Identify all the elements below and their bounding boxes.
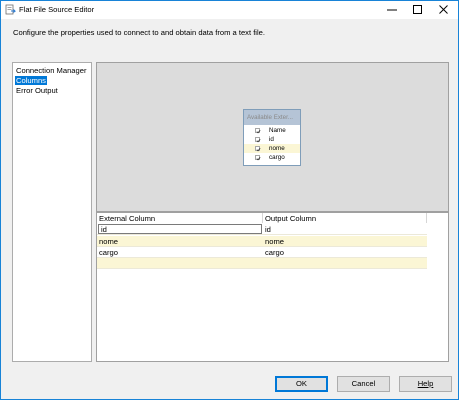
output-column-cell[interactable]: id (263, 224, 427, 234)
instruction-text: Configure the properties used to connect… (13, 28, 266, 37)
table-row[interactable]: id id (97, 224, 427, 235)
cancel-button[interactable]: Cancel (337, 376, 390, 392)
select-all-checkbox[interactable] (255, 128, 261, 133)
external-column-cell[interactable]: cargo (97, 247, 263, 257)
nav-item-error-output[interactable]: Error Output (15, 86, 59, 95)
nav-item-columns[interactable]: Columns (15, 76, 47, 85)
table-row-new[interactable] (97, 258, 427, 269)
column-mapping-grid: External Column Output Column id id nome… (96, 212, 449, 362)
external-column-header[interactable]: External Column (97, 213, 263, 223)
ok-button[interactable]: OK (275, 376, 328, 392)
flat-file-source-icon (5, 4, 17, 15)
title-bar[interactable]: Flat File Source Editor (1, 1, 458, 19)
output-column-cell[interactable] (263, 258, 427, 268)
available-column-row[interactable]: nome (244, 144, 300, 153)
help-button[interactable]: Help (399, 376, 452, 392)
minimize-icon (387, 9, 397, 11)
page-navigation-list: Connection Manager Columns Error Output (12, 62, 92, 362)
table-row[interactable]: nome nome (97, 236, 427, 247)
external-column-cell[interactable] (97, 258, 263, 268)
columns-preview-pane: Available Exter... Name id nome cargo (96, 62, 449, 212)
window-title: Flat File Source Editor (19, 5, 95, 14)
maximize-button[interactable] (405, 1, 431, 19)
output-column-header[interactable]: Output Column (263, 213, 427, 223)
external-column-input[interactable]: id (98, 224, 262, 234)
external-column-cell[interactable]: nome (97, 236, 263, 246)
column-checkbox[interactable] (255, 146, 261, 151)
output-column-cell[interactable]: cargo (263, 247, 427, 257)
flat-file-source-editor-window: Flat File Source Editor Configure the pr… (0, 0, 459, 400)
available-column-label: nome (269, 145, 285, 152)
close-icon (439, 5, 448, 14)
output-column-cell[interactable]: nome (263, 236, 427, 246)
available-columns-title: Available Exter... (244, 110, 300, 125)
available-column-row[interactable]: cargo (244, 153, 300, 162)
table-row[interactable]: cargo cargo (97, 247, 427, 258)
minimize-button[interactable] (379, 1, 405, 19)
name-header-label: Name (269, 127, 286, 134)
available-column-row[interactable]: id (244, 135, 300, 144)
available-external-columns-box: Available Exter... Name id nome cargo (243, 109, 301, 166)
maximize-icon (413, 5, 422, 14)
close-button[interactable] (431, 1, 457, 19)
help-button-label: Help (417, 379, 434, 388)
available-column-label: id (269, 136, 274, 143)
column-checkbox[interactable] (255, 137, 261, 142)
available-column-label: cargo (269, 154, 285, 161)
nav-item-connection-manager[interactable]: Connection Manager (15, 66, 88, 75)
select-all-row[interactable]: Name (244, 126, 300, 135)
column-checkbox[interactable] (255, 155, 261, 160)
